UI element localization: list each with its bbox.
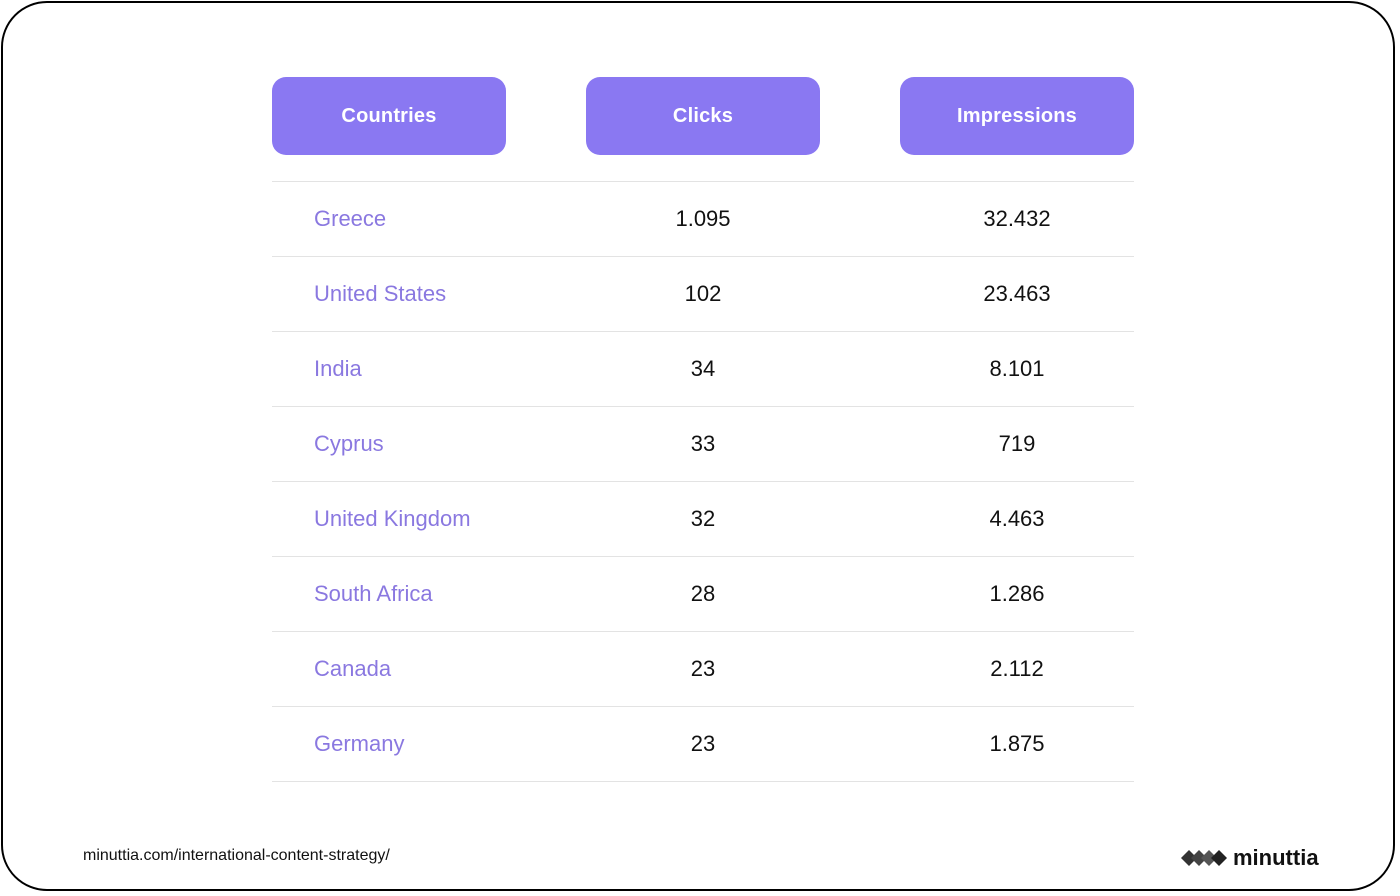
table-row: South Africa 28 1.286: [272, 557, 1134, 632]
clicks-cell: 102: [684, 281, 722, 306]
clicks-cell: 28: [690, 581, 716, 606]
source-url: minuttia.com/international-content-strat…: [83, 847, 390, 864]
header-countries: Countries: [272, 77, 506, 155]
impressions-cell: 719: [998, 431, 1036, 456]
table-row: India 34 8.101: [272, 332, 1134, 407]
clicks-cell: 23: [690, 656, 716, 681]
impressions-cell: 4.463: [989, 506, 1045, 531]
brand-name: minuttia: [1233, 845, 1319, 870]
logo-mark-icon: [1181, 850, 1227, 866]
country-cell: India: [314, 356, 362, 381]
clicks-cell: 33: [690, 431, 716, 456]
impressions-cell: 32.432: [983, 206, 1051, 231]
country-cell: United Kingdom: [314, 506, 471, 531]
clicks-cell: 1.095: [675, 206, 731, 231]
impressions-cell: 23.463: [983, 281, 1051, 306]
country-cell: Canada: [314, 656, 392, 681]
table-row: Cyprus 33 719: [272, 407, 1134, 482]
clicks-cell: 32: [690, 506, 716, 531]
impressions-cell: 1.286: [989, 581, 1045, 606]
country-cell: Cyprus: [314, 431, 384, 456]
impressions-cell: 2.112: [990, 656, 1044, 681]
table-row: United States 102 23.463: [272, 257, 1134, 332]
country-cell: Germany: [314, 731, 405, 756]
table-row: Germany 23 1.875: [272, 707, 1134, 782]
table-body: Greece 1.095 32.432 United States 102 23.463 I…: [272, 181, 1134, 782]
country-cell: United States: [314, 281, 447, 306]
clicks-cell: 23: [690, 731, 716, 756]
table-row: Canada 23 2.112: [272, 632, 1134, 707]
country-cell: South Africa: [314, 581, 433, 606]
header-impressions: Impressions: [900, 77, 1134, 155]
country-cell: Greece: [314, 206, 387, 231]
header-clicks: Clicks: [586, 77, 820, 155]
table-row: United Kingdom 32 4.463: [272, 482, 1134, 557]
impressions-cell: 1.875: [989, 731, 1045, 756]
table-row: Greece 1.095 32.432: [272, 182, 1134, 257]
table-header: Countries Clicks Impressions: [272, 77, 1134, 155]
card-frame: Countries Clicks Impressions Greece 1.095…: [1, 1, 1395, 891]
clicks-cell: 34: [690, 356, 716, 381]
impressions-cell: 8.101: [989, 356, 1045, 381]
brand-logo: minuttia: [1181, 843, 1319, 873]
data-table: Countries Clicks Impressions Greece 1.095…: [272, 77, 1134, 782]
